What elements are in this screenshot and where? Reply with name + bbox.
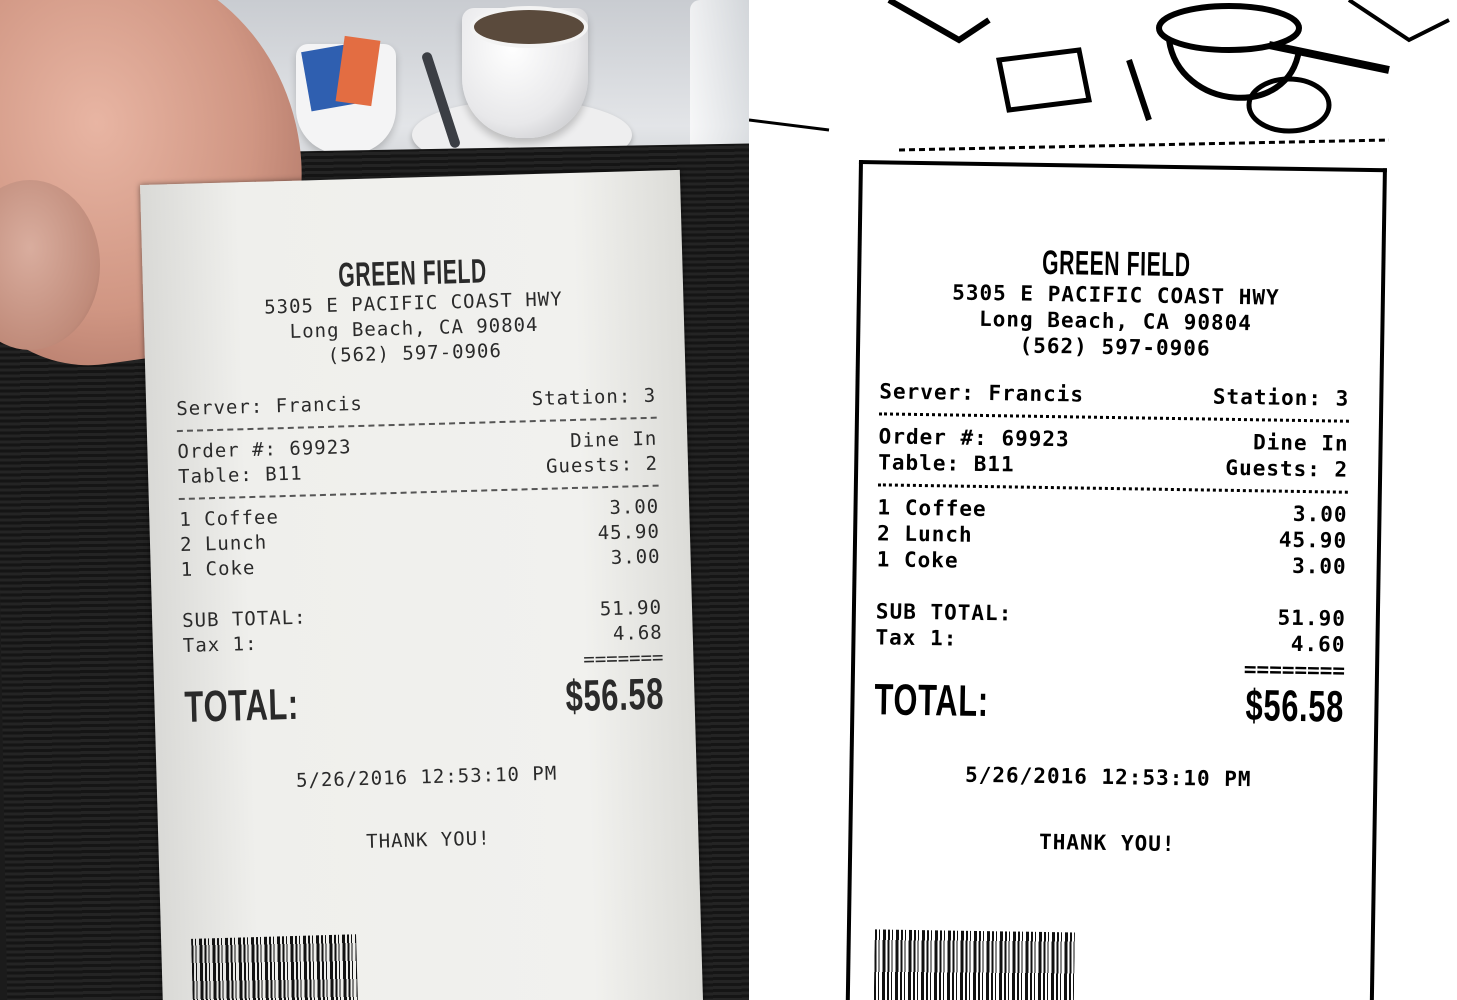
receipt-content: GREEN FIELD 5305 E PACIFIC COAST HWY Lon… <box>140 170 699 861</box>
service-type: Dine In <box>569 427 658 453</box>
items-list: 1 Coffee 3.00 2 Lunch 45.90 1 Coke 3.00 <box>877 494 1348 579</box>
receipt-header: GREEN FIELD 5305 E PACIFIC COAST HWY Lon… <box>172 249 655 373</box>
station-label: Station: 3 <box>1212 384 1350 411</box>
guests-label: Guests: 2 <box>545 452 659 478</box>
barcode <box>873 929 1075 1000</box>
server-label: Server: Francis <box>175 392 364 421</box>
tax-value: 4.60 <box>1290 631 1346 657</box>
total-row: TOTAL: $56.58 <box>874 675 1345 732</box>
subtotal-label: SUB TOTAL: <box>875 599 1013 626</box>
item-name: 1 Coke <box>180 556 256 582</box>
scan-background-artifacts <box>749 0 1450 152</box>
item-name: 2 Lunch <box>876 521 973 547</box>
station-label: Station: 3 <box>531 384 657 411</box>
water-glass <box>690 0 749 160</box>
tax-label: Tax 1: <box>182 632 258 657</box>
item-price: 45.90 <box>597 520 661 545</box>
item-name: 1 Coffee <box>877 495 987 522</box>
divider <box>878 412 1349 423</box>
server-row: Server: Francis Station: 3 <box>176 384 657 422</box>
subtotal-value: 51.90 <box>599 596 663 621</box>
receipt-datetime: 5/26/2016 12:53:10 PM <box>295 762 558 792</box>
restaurant-name: GREEN FIELD <box>1041 243 1191 285</box>
tax-label: Tax 1: <box>875 625 958 651</box>
item-name: 1 Coke <box>876 547 959 573</box>
total-label: TOTAL: <box>874 675 990 727</box>
order-number: Order #: 69923 <box>177 436 352 464</box>
receipt-photo-panel: GREEN FIELD 5305 E PACIFIC COAST HWY Lon… <box>0 0 749 1000</box>
item-price: 3.00 <box>1292 501 1348 527</box>
subtotal-label: SUB TOTAL: <box>181 606 307 632</box>
guests-label: Guests: 2 <box>1225 455 1349 482</box>
thank-you-message: THANK YOU! <box>1038 829 1176 857</box>
receipt-content-scan: GREEN FIELD 5305 E PACIFIC COAST HWY Lon… <box>852 164 1383 860</box>
item-price: 3.00 <box>1291 553 1347 579</box>
item-name: 1 Coffee <box>179 506 280 532</box>
server-row: Server: Francis Station: 3 <box>879 378 1349 411</box>
receipt-paper-scan: GREEN FIELD 5305 E PACIFIC COAST HWY Lon… <box>845 160 1387 1000</box>
total-value: $56.58 <box>565 669 666 722</box>
subtotal-value: 51.90 <box>1277 605 1347 631</box>
item-price: 3.00 <box>610 545 661 569</box>
item-name: 2 Lunch <box>179 531 268 557</box>
divider <box>877 483 1348 494</box>
item-price: 3.00 <box>609 495 660 520</box>
total-value: $56.58 <box>1245 681 1345 732</box>
order-number: Order #: 69923 <box>878 424 1070 452</box>
coffee-cup-rim <box>470 6 588 48</box>
total-label: TOTAL: <box>183 679 300 732</box>
item-price: 45.90 <box>1278 527 1348 553</box>
thank-you-message: THANK YOU! <box>365 827 491 853</box>
items-list: 1 Coffee 3.00 2 Lunch 45.90 1 Coke 3.00 <box>179 495 661 583</box>
tax-value: 4.68 <box>612 621 664 645</box>
barcode <box>191 934 359 1000</box>
receipt-header: GREEN FIELD 5305 E PACIFIC COAST HWY Lon… <box>880 242 1352 363</box>
receipt-scan-panel: GREEN FIELD 5305 E PACIFIC COAST HWY Lon… <box>749 0 1457 1000</box>
server-label: Server: Francis <box>879 379 1085 407</box>
table-label: Table: B11 <box>177 462 303 489</box>
table-label: Table: B11 <box>878 450 1015 477</box>
service-type: Dine In <box>1252 430 1349 456</box>
receipt-paper: GREEN FIELD 5305 E PACIFIC COAST HWY Lon… <box>140 169 704 1000</box>
receipt-datetime: 5/26/2016 12:53:10 PM <box>964 762 1252 792</box>
